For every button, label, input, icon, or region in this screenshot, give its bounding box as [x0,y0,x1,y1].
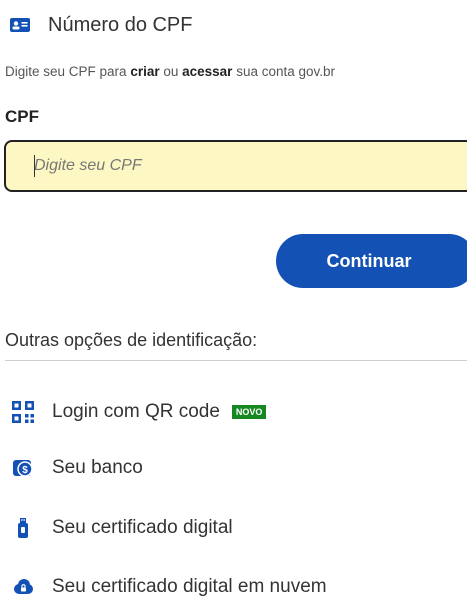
section-title: Número do CPF [48,13,193,36]
cpf-input[interactable] [4,140,467,192]
id-card-icon [10,18,30,32]
new-badge: NOVO [231,405,267,419]
option-bank[interactable]: $ Seu banco [12,453,143,483]
instruction-text: Digite seu CPF para criar ou acessar sua… [5,64,335,79]
usb-token-icon [12,517,34,539]
option-label: Seu certificado digital [52,517,233,538]
bank-icon: $ [12,457,34,479]
option-label: Login com QR code [52,401,220,422]
cpf-label: CPF [5,107,39,126]
qr-code-icon [12,401,34,423]
option-cloud-certificate[interactable]: Seu certificado digital em nuvem [12,572,327,602]
other-options-title: Outras opções de identificação: [5,330,258,350]
svg-text:$: $ [22,465,28,476]
option-label: Seu banco [52,457,143,478]
instruction-acessar: acessar [182,64,233,79]
cloud-lock-icon [12,576,34,598]
option-label: Seu certificado digital em nuvem [52,576,327,597]
option-digital-certificate[interactable]: Seu certificado digital [12,513,233,543]
instruction-criar: criar [130,64,160,79]
section-header: Número do CPF [10,10,193,40]
continue-button[interactable]: Continuar [276,234,467,288]
text-caret [34,155,35,177]
option-qr-code-login[interactable]: Login com QR code NOVO [12,397,267,427]
divider [5,360,467,361]
